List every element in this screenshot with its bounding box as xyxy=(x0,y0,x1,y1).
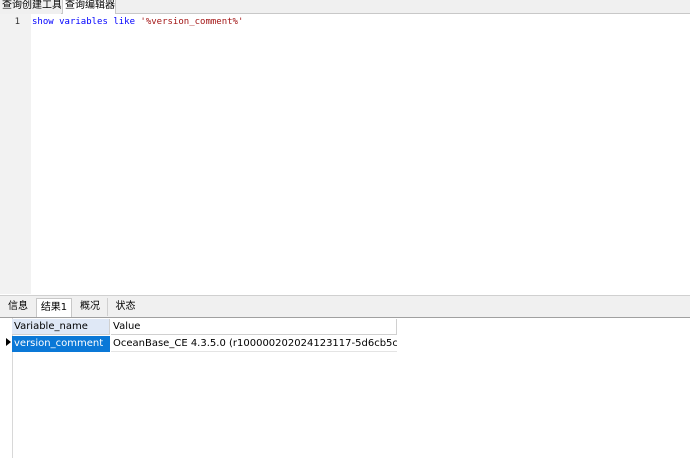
tab-profile[interactable]: 概况 xyxy=(74,298,106,316)
tab-query-builder[interactable]: 查询创建工具 xyxy=(0,0,61,14)
current-row-arrow-icon xyxy=(6,338,11,346)
tab-result1[interactable]: 结果1 xyxy=(36,298,72,317)
column-header-value[interactable]: Value xyxy=(111,319,397,335)
sql-editor[interactable]: 1 show variables like '%version_comment%… xyxy=(0,14,690,294)
table-cell-value[interactable]: OceanBase_CE 4.3.5.0 (r10000020202412311… xyxy=(111,336,397,352)
code-line[interactable]: show variables like '%version_comment%' xyxy=(32,17,243,27)
keyword-show: show xyxy=(32,17,54,27)
keyword-like: like xyxy=(113,17,135,27)
query-tab-bar: 查询创建工具 查询编辑器 xyxy=(0,0,690,15)
tab-info[interactable]: 信息 xyxy=(2,298,34,316)
column-header-variable-name[interactable]: Variable_name xyxy=(12,319,110,335)
tab-status[interactable]: 状态 xyxy=(107,298,143,316)
line-number: 1 xyxy=(14,17,20,27)
keyword-variables: variables xyxy=(59,17,108,27)
tab-query-editor[interactable]: 查询编辑器 xyxy=(62,0,116,15)
line-number-gutter: 1 xyxy=(0,14,31,294)
table-cell-variable-name[interactable]: version_comment xyxy=(12,336,110,352)
result-grid[interactable]: Variable_name Value version_comment Ocea… xyxy=(0,317,690,458)
result-tab-bar: 信息 结果1 概况 状态 xyxy=(0,295,690,317)
string-literal: '%version_comment%' xyxy=(140,17,244,27)
